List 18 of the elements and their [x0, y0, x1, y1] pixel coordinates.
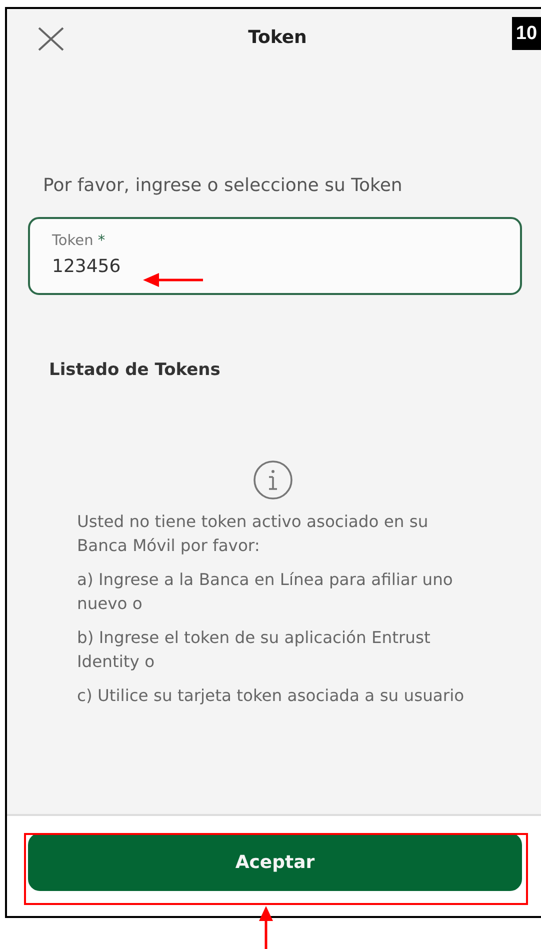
arrow-annotation: [143, 273, 203, 287]
field-value: 123456: [52, 256, 122, 277]
instruction-text: Usted no tiene token activo asociado en su Banca Móvil por favor:: [77, 511, 430, 557]
close-icon: [38, 27, 64, 51]
close-button[interactable]: [38, 27, 64, 51]
instruction-text: b) Ingrese el token de su aplicación Entrust Identity o: [77, 627, 432, 673]
field-label: Token: [52, 233, 94, 249]
step-badge: 10: [512, 17, 541, 50]
instruction-text: c) Utilice su tarjeta token asociada a su usuario: [77, 685, 466, 707]
info-icon: [252, 460, 292, 500]
section-title: Listado de Tokens: [49, 360, 222, 380]
screen-title: Token: [248, 27, 307, 48]
arrow-annotation: [259, 906, 273, 949]
token-field[interactable]: Token * 123456: [28, 217, 522, 295]
prompt-text: Por favor, ingrese o seleccione su Token: [43, 175, 404, 196]
required-mark: *: [98, 233, 106, 249]
instruction-text: a) Ingrese a la Banca en Línea para afiliar uno nuevo o: [77, 569, 454, 615]
accept-button[interactable]: Aceptar: [28, 833, 522, 891]
